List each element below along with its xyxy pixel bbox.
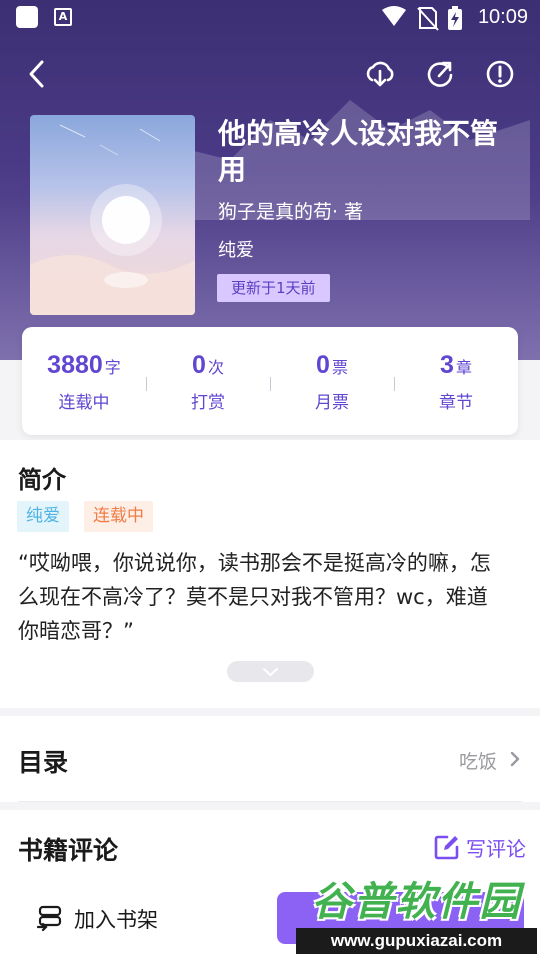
download-icon[interactable] xyxy=(364,58,396,90)
book-genre: 纯爱 xyxy=(218,240,254,261)
divider xyxy=(18,801,522,802)
share-icon[interactable] xyxy=(424,58,456,90)
stat-tips[interactable]: 0次 打赏 xyxy=(146,351,270,413)
stat-unit: 票 xyxy=(331,358,348,377)
book-author[interactable]: 狗子是真的苟· 著 xyxy=(218,197,363,224)
stat-unit: 章 xyxy=(455,358,472,377)
expand-intro-button[interactable] xyxy=(227,661,314,682)
stat-monthly-votes[interactable]: 0票 月票 xyxy=(270,351,394,413)
book-stats-card: 3880 字 连载中 0次 打赏 0票 月票 3章 章节 xyxy=(22,327,518,435)
chevron-down-icon xyxy=(263,668,278,676)
stat-label: 月票 xyxy=(315,393,349,413)
write-review-label: 写评论 xyxy=(466,837,526,861)
stat-label: 章节 xyxy=(439,393,473,413)
chevron-right-icon[interactable] xyxy=(508,750,522,768)
stat-value: 0 xyxy=(316,351,330,379)
book-title: 他的高冷人设对我不管用 xyxy=(218,117,499,186)
intro-heading: 简介 xyxy=(18,466,66,494)
genre-tag[interactable]: 纯爱 xyxy=(17,501,69,532)
toc-heading: 目录 xyxy=(18,748,69,777)
clock: 10:09 xyxy=(477,6,528,28)
book-cover-image[interactable] xyxy=(30,115,195,315)
status-bar: A 10:09 xyxy=(0,0,540,38)
stat-unit: 字 xyxy=(104,358,121,377)
app-square-icon xyxy=(16,6,38,28)
update-status-badge: 更新于1天前 xyxy=(217,274,330,302)
add-to-shelf-icon[interactable] xyxy=(36,903,64,931)
status-icons xyxy=(382,6,462,31)
battery-charging-icon xyxy=(448,6,462,30)
no-sim-icon xyxy=(417,7,439,31)
report-icon[interactable] xyxy=(484,58,516,90)
status-tag[interactable]: 连载中 xyxy=(84,501,153,532)
stat-unit: 次 xyxy=(207,358,224,377)
intro-text: “哎呦喂，你说说你，读书那会不是挺高冷的嘛，怎么现在不高冷了？莫不是只对我不管用… xyxy=(18,551,491,643)
watermark-url: www.gupuxiazai.com xyxy=(296,928,537,954)
stat-value: 3 xyxy=(440,351,454,379)
reviews-heading: 书籍评论 xyxy=(18,836,119,865)
add-to-shelf-button[interactable]: 加入书架 xyxy=(74,904,158,934)
watermark-logo: 谷普软件园 xyxy=(311,879,522,925)
edit-icon xyxy=(434,835,459,860)
stat-value: 0 xyxy=(192,351,206,379)
cover-art xyxy=(30,124,195,315)
stat-value: 3880 xyxy=(47,351,103,379)
accessibility-a-icon: A xyxy=(54,8,72,26)
stat-label: 连载中 xyxy=(58,393,110,413)
stat-word-count: 3880 字 连载中 xyxy=(22,351,146,413)
stat-chapters[interactable]: 3章 章节 xyxy=(394,351,518,413)
back-icon[interactable] xyxy=(22,58,54,90)
site-watermark: 谷普软件园 www.gupuxiazai.com xyxy=(296,876,537,956)
stat-label: 打赏 xyxy=(191,393,225,413)
wifi-icon xyxy=(382,6,406,26)
latest-chapter[interactable]: 吃饭 xyxy=(459,747,497,774)
